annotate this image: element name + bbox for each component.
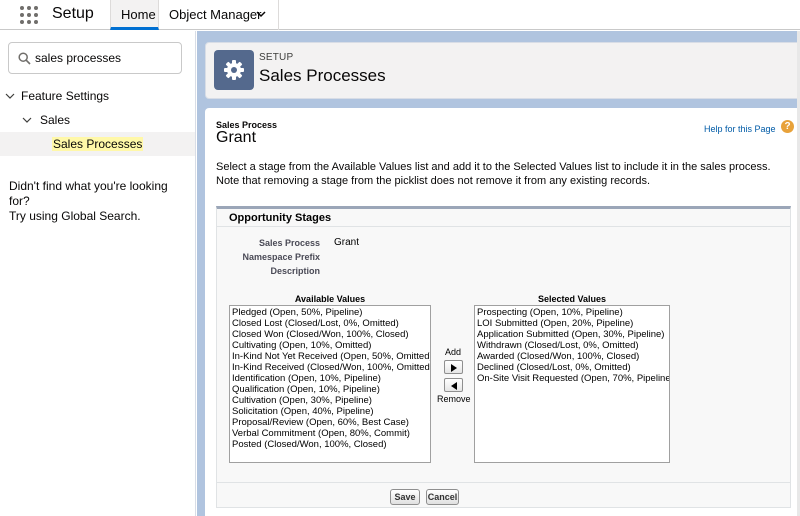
tab-object-manager[interactable]: Object Manager bbox=[159, 0, 279, 30]
list-option[interactable]: Closed Lost (Closed/Lost, 0%, Omitted) bbox=[230, 318, 430, 329]
namespace-prefix-label: Namespace Prefix bbox=[242, 252, 320, 262]
sales-process-label: Sales Process bbox=[258, 238, 320, 248]
app-launcher-icon[interactable] bbox=[20, 6, 38, 24]
list-option[interactable]: Solicitation (Open, 40%, Pipeline) bbox=[230, 406, 430, 417]
tree-item-label: Sales Processes bbox=[52, 137, 144, 151]
tree-item-label: Feature Settings bbox=[21, 89, 110, 103]
list-option[interactable]: Verbal Commitment (Open, 80%, Commit) bbox=[230, 428, 430, 439]
tree-item-sales-processes[interactable]: Sales Processes bbox=[0, 132, 195, 156]
page-title: Sales Processes bbox=[259, 66, 386, 85]
list-option[interactable]: In-Kind Not Yet Received (Open, 50%, Omi… bbox=[230, 351, 430, 362]
tab-object-manager-label: Object Manager bbox=[169, 7, 262, 22]
gear-icon bbox=[224, 60, 244, 80]
divider bbox=[217, 482, 790, 483]
selected-values-title: Selected Values bbox=[537, 294, 607, 304]
quick-find-box[interactable] bbox=[8, 42, 182, 74]
record-name: Grant bbox=[216, 129, 257, 146]
list-option[interactable]: Cultivating (Open, 10%, Omitted) bbox=[230, 340, 430, 351]
chevron-down-icon[interactable] bbox=[256, 9, 266, 19]
sales-process-value: Grant bbox=[334, 237, 360, 248]
save-button[interactable]: Save bbox=[390, 489, 420, 505]
setup-sidebar: Feature Settings Sales Sales Processes D… bbox=[0, 31, 196, 516]
list-option[interactable]: Identification (Open, 10%, Pipeline) bbox=[230, 373, 430, 384]
global-header: Setup Home Object Manager bbox=[0, 0, 800, 30]
section-title: Opportunity Stages bbox=[229, 212, 332, 224]
list-option[interactable]: Qualification (Open, 10%, Pipeline) bbox=[230, 384, 430, 395]
list-option[interactable]: Cultivation (Open, 30%, Pipeline) bbox=[230, 395, 430, 406]
remove-button[interactable] bbox=[444, 378, 463, 392]
list-option[interactable]: Awarded (Closed/Won, 100%, Closed) bbox=[475, 351, 669, 362]
app-title: Setup bbox=[52, 5, 94, 22]
arrow-left-icon bbox=[451, 382, 457, 390]
help-icon[interactable]: ? bbox=[781, 120, 794, 133]
list-option[interactable]: Withdrawn (Closed/Lost, 0%, Omitted) bbox=[475, 340, 669, 351]
not-found-line: Didn't find what you're looking for? bbox=[9, 179, 168, 208]
arrow-right-icon bbox=[451, 364, 457, 372]
header-eyebrow: SETUP bbox=[259, 52, 294, 63]
list-option[interactable]: Application Submitted (Open, 30%, Pipeli… bbox=[475, 329, 669, 340]
list-option[interactable]: Proposal/Review (Open, 60%, Best Case) bbox=[230, 417, 430, 428]
section-header: Opportunity Stages bbox=[217, 209, 790, 227]
available-values-list[interactable]: Pledged (Open, 50%, Pipeline) Closed Los… bbox=[229, 305, 431, 463]
tree-item-label: Sales bbox=[40, 113, 71, 127]
available-values-title: Available Values bbox=[294, 294, 366, 304]
not-found-line: Try using Global Search. bbox=[9, 209, 141, 223]
description-label: Description bbox=[270, 266, 320, 276]
list-option[interactable]: In-Kind Received (Closed/Won, 100%, Omit… bbox=[230, 362, 430, 373]
setup-header-icon bbox=[214, 50, 254, 90]
opportunity-stages-section: Opportunity Stages Sales Process Grant N… bbox=[216, 206, 791, 508]
chevron-down-icon[interactable] bbox=[22, 115, 32, 125]
list-option[interactable]: Closed Won (Closed/Won, 100%, Closed) bbox=[230, 329, 430, 340]
tab-home[interactable]: Home bbox=[110, 0, 159, 30]
remove-label: Remove bbox=[437, 394, 471, 404]
search-icon bbox=[18, 52, 31, 65]
add-label: Add bbox=[445, 347, 462, 357]
help-link[interactable]: Help for this Page bbox=[704, 124, 776, 134]
quick-find-input[interactable] bbox=[35, 43, 175, 73]
add-button[interactable] bbox=[444, 360, 463, 374]
selected-values-list[interactable]: Prospecting (Open, 10%, Pipeline) LOI Su… bbox=[474, 305, 670, 463]
list-option[interactable]: LOI Submitted (Open, 20%, Pipeline) bbox=[475, 318, 669, 329]
list-option[interactable]: Prospecting (Open, 10%, Pipeline) bbox=[475, 307, 669, 318]
main-area: SETUP Sales Processes Sales Process Gran… bbox=[197, 31, 800, 516]
not-found-hint: Didn't find what you're looking for? Try… bbox=[9, 179, 189, 224]
list-option[interactable]: Pledged (Open, 50%, Pipeline) bbox=[230, 307, 430, 318]
content-panel: Sales Process Grant Help for this Page ?… bbox=[205, 108, 800, 516]
chevron-down-icon[interactable] bbox=[5, 91, 15, 101]
list-option[interactable]: On-Site Visit Requested (Open, 70%, Pipe… bbox=[475, 373, 669, 384]
page-description: Select a stage from the Available Values… bbox=[216, 161, 771, 187]
cancel-button[interactable]: Cancel bbox=[426, 489, 459, 505]
page-header: SETUP Sales Processes bbox=[205, 42, 800, 99]
list-option[interactable]: Declined (Closed/Lost, 0%, Omitted) bbox=[475, 362, 669, 373]
list-option[interactable]: Posted (Closed/Won, 100%, Closed) bbox=[230, 439, 430, 450]
